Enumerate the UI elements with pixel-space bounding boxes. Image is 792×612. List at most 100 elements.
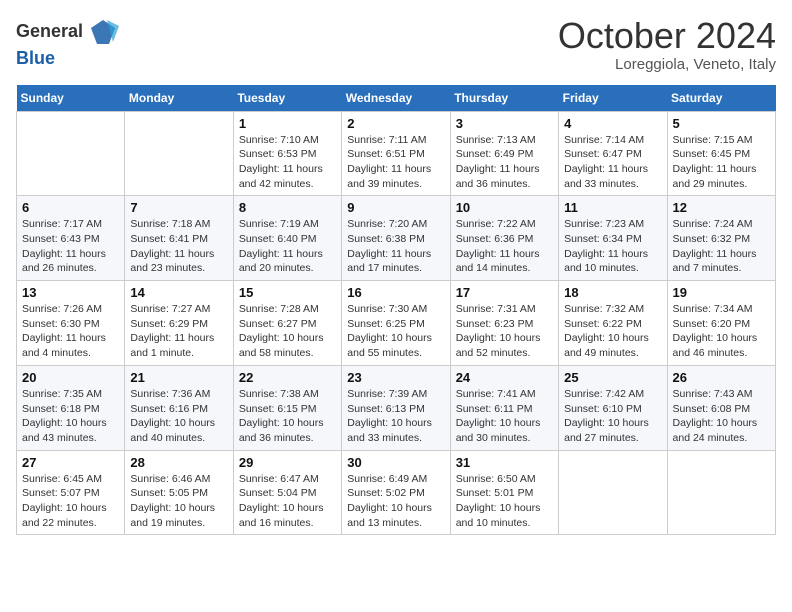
location-text: Loreggiola, Veneto, Italy xyxy=(558,56,776,73)
day-cell: 17 Sunrise: 7:31 AM Sunset: 6:23 PM Dayli… xyxy=(450,281,558,366)
day-number: 23 xyxy=(347,370,444,385)
logo-general-text: General xyxy=(16,21,83,43)
day-cell: 19 Sunrise: 7:34 AM Sunset: 6:20 PM Dayli… xyxy=(667,281,775,366)
day-number: 27 xyxy=(22,455,119,470)
month-title: October 2024 xyxy=(558,16,776,56)
day-cell: 24 Sunrise: 7:41 AM Sunset: 6:11 PM Dayli… xyxy=(450,365,558,450)
day-cell: 29 Sunrise: 6:47 AM Sunset: 5:04 PM Dayli… xyxy=(233,450,341,535)
day-cell: 18 Sunrise: 7:32 AM Sunset: 6:22 PM Dayli… xyxy=(559,281,667,366)
weekday-header-monday: Monday xyxy=(125,85,233,112)
day-info: Sunrise: 7:19 AM Sunset: 6:40 PM Dayligh… xyxy=(239,217,336,276)
day-number: 28 xyxy=(130,455,227,470)
day-cell: 25 Sunrise: 7:42 AM Sunset: 6:10 PM Dayli… xyxy=(559,365,667,450)
day-number: 19 xyxy=(673,285,770,300)
day-info: Sunrise: 6:49 AM Sunset: 5:02 PM Dayligh… xyxy=(347,472,444,531)
day-cell: 27 Sunrise: 6:45 AM Sunset: 5:07 PM Dayli… xyxy=(17,450,125,535)
day-info: Sunrise: 7:24 AM Sunset: 6:32 PM Dayligh… xyxy=(673,217,770,276)
day-info: Sunrise: 6:47 AM Sunset: 5:04 PM Dayligh… xyxy=(239,472,336,531)
day-info: Sunrise: 7:18 AM Sunset: 6:41 PM Dayligh… xyxy=(130,217,227,276)
day-cell: 7 Sunrise: 7:18 AM Sunset: 6:41 PM Daylig… xyxy=(125,196,233,281)
day-number: 6 xyxy=(22,200,119,215)
week-row-1: 1Sunrise: 7:10 AM Sunset: 6:53 PM Daylig… xyxy=(17,111,776,196)
day-number: 24 xyxy=(456,370,553,385)
day-number: 4 xyxy=(564,116,661,131)
day-info: Sunrise: 7:43 AM Sunset: 6:08 PM Dayligh… xyxy=(673,387,770,446)
day-number: 29 xyxy=(239,455,336,470)
day-number: 21 xyxy=(130,370,227,385)
day-number: 5 xyxy=(673,116,770,131)
day-number: 2 xyxy=(347,116,444,131)
day-info: Sunrise: 6:50 AM Sunset: 5:01 PM Dayligh… xyxy=(456,472,553,531)
day-cell: 8 Sunrise: 7:19 AM Sunset: 6:40 PM Daylig… xyxy=(233,196,341,281)
weekday-header-saturday: Saturday xyxy=(667,85,775,112)
weekday-header-tuesday: Tuesday xyxy=(233,85,341,112)
logo: General Blue xyxy=(16,16,119,70)
weekday-header-friday: Friday xyxy=(559,85,667,112)
day-info: Sunrise: 7:36 AM Sunset: 6:16 PM Dayligh… xyxy=(130,387,227,446)
day-cell: 20 Sunrise: 7:35 AM Sunset: 6:18 PM Dayli… xyxy=(17,365,125,450)
day-info: Sunrise: 7:42 AM Sunset: 6:10 PM Dayligh… xyxy=(564,387,661,446)
day-info: Sunrise: 7:15 AM Sunset: 6:45 PM Dayligh… xyxy=(673,133,770,192)
day-info: Sunrise: 7:20 AM Sunset: 6:38 PM Dayligh… xyxy=(347,217,444,276)
day-cell: 5 Sunrise: 7:15 AM Sunset: 6:45 PM Daylig… xyxy=(667,111,775,196)
day-cell: 22Sunrise: 7:38 AM Sunset: 6:15 PM Dayli… xyxy=(233,365,341,450)
day-info: Sunrise: 7:26 AM Sunset: 6:30 PM Dayligh… xyxy=(22,302,119,361)
day-number: 13 xyxy=(22,285,119,300)
day-cell: 12 Sunrise: 7:24 AM Sunset: 6:32 PM Dayli… xyxy=(667,196,775,281)
logo-icon xyxy=(87,16,119,48)
day-number: 14 xyxy=(130,285,227,300)
day-info: Sunrise: 7:34 AM Sunset: 6:20 PM Dayligh… xyxy=(673,302,770,361)
day-cell: 6Sunrise: 7:17 AM Sunset: 6:43 PM Daylig… xyxy=(17,196,125,281)
weekday-header-thursday: Thursday xyxy=(450,85,558,112)
day-number: 26 xyxy=(673,370,770,385)
day-number: 12 xyxy=(673,200,770,215)
day-cell: 3Sunrise: 7:13 AM Sunset: 6:49 PM Daylig… xyxy=(450,111,558,196)
day-info: Sunrise: 7:22 AM Sunset: 6:36 PM Dayligh… xyxy=(456,217,553,276)
day-cell: 14 Sunrise: 7:27 AM Sunset: 6:29 PM Dayli… xyxy=(125,281,233,366)
weekday-header-wednesday: Wednesday xyxy=(342,85,450,112)
week-row-3: 13 Sunrise: 7:26 AM Sunset: 6:30 PM Dayli… xyxy=(17,281,776,366)
weekday-header-row: SundayMondayTuesdayWednesdayThursdayFrid… xyxy=(17,85,776,112)
day-info: Sunrise: 7:41 AM Sunset: 6:11 PM Dayligh… xyxy=(456,387,553,446)
day-number: 9 xyxy=(347,200,444,215)
day-cell: 21 Sunrise: 7:36 AM Sunset: 6:16 PM Dayli… xyxy=(125,365,233,450)
day-info: Sunrise: 7:32 AM Sunset: 6:22 PM Dayligh… xyxy=(564,302,661,361)
day-number: 8 xyxy=(239,200,336,215)
logo-blue-text: Blue xyxy=(16,48,55,68)
day-number: 11 xyxy=(564,200,661,215)
day-number: 31 xyxy=(456,455,553,470)
day-info: Sunrise: 7:35 AM Sunset: 6:18 PM Dayligh… xyxy=(22,387,119,446)
day-info: Sunrise: 7:31 AM Sunset: 6:23 PM Dayligh… xyxy=(456,302,553,361)
day-cell: 30 Sunrise: 6:49 AM Sunset: 5:02 PM Dayli… xyxy=(342,450,450,535)
day-cell: 13 Sunrise: 7:26 AM Sunset: 6:30 PM Dayli… xyxy=(17,281,125,366)
week-row-2: 6Sunrise: 7:17 AM Sunset: 6:43 PM Daylig… xyxy=(17,196,776,281)
day-number: 30 xyxy=(347,455,444,470)
day-cell: 9 Sunrise: 7:20 AM Sunset: 6:38 PM Daylig… xyxy=(342,196,450,281)
day-number: 16 xyxy=(347,285,444,300)
week-row-5: 27 Sunrise: 6:45 AM Sunset: 5:07 PM Dayli… xyxy=(17,450,776,535)
day-cell xyxy=(667,450,775,535)
day-number: 20 xyxy=(22,370,119,385)
day-cell: 23 Sunrise: 7:39 AM Sunset: 6:13 PM Dayli… xyxy=(342,365,450,450)
weekday-header-sunday: Sunday xyxy=(17,85,125,112)
day-info: Sunrise: 7:28 AM Sunset: 6:27 PM Dayligh… xyxy=(239,302,336,361)
day-info: Sunrise: 7:10 AM Sunset: 6:53 PM Dayligh… xyxy=(239,133,336,192)
day-info: Sunrise: 7:39 AM Sunset: 6:13 PM Dayligh… xyxy=(347,387,444,446)
day-cell: 15 Sunrise: 7:28 AM Sunset: 6:27 PM Dayli… xyxy=(233,281,341,366)
calendar-table: SundayMondayTuesdayWednesdayThursdayFrid… xyxy=(16,85,776,536)
day-info: Sunrise: 7:27 AM Sunset: 6:29 PM Dayligh… xyxy=(130,302,227,361)
day-info: Sunrise: 7:23 AM Sunset: 6:34 PM Dayligh… xyxy=(564,217,661,276)
day-number: 7 xyxy=(130,200,227,215)
day-cell: 10Sunrise: 7:22 AM Sunset: 6:36 PM Dayli… xyxy=(450,196,558,281)
day-cell: 16Sunrise: 7:30 AM Sunset: 6:25 PM Dayli… xyxy=(342,281,450,366)
day-number: 18 xyxy=(564,285,661,300)
day-cell xyxy=(559,450,667,535)
day-info: Sunrise: 6:45 AM Sunset: 5:07 PM Dayligh… xyxy=(22,472,119,531)
day-number: 25 xyxy=(564,370,661,385)
page-header: General Blue October 2024 Loreggiola, Ve… xyxy=(16,16,776,73)
day-number: 17 xyxy=(456,285,553,300)
day-number: 15 xyxy=(239,285,336,300)
day-info: Sunrise: 7:11 AM Sunset: 6:51 PM Dayligh… xyxy=(347,133,444,192)
day-cell: 11 Sunrise: 7:23 AM Sunset: 6:34 PM Dayli… xyxy=(559,196,667,281)
day-info: Sunrise: 7:14 AM Sunset: 6:47 PM Dayligh… xyxy=(564,133,661,192)
